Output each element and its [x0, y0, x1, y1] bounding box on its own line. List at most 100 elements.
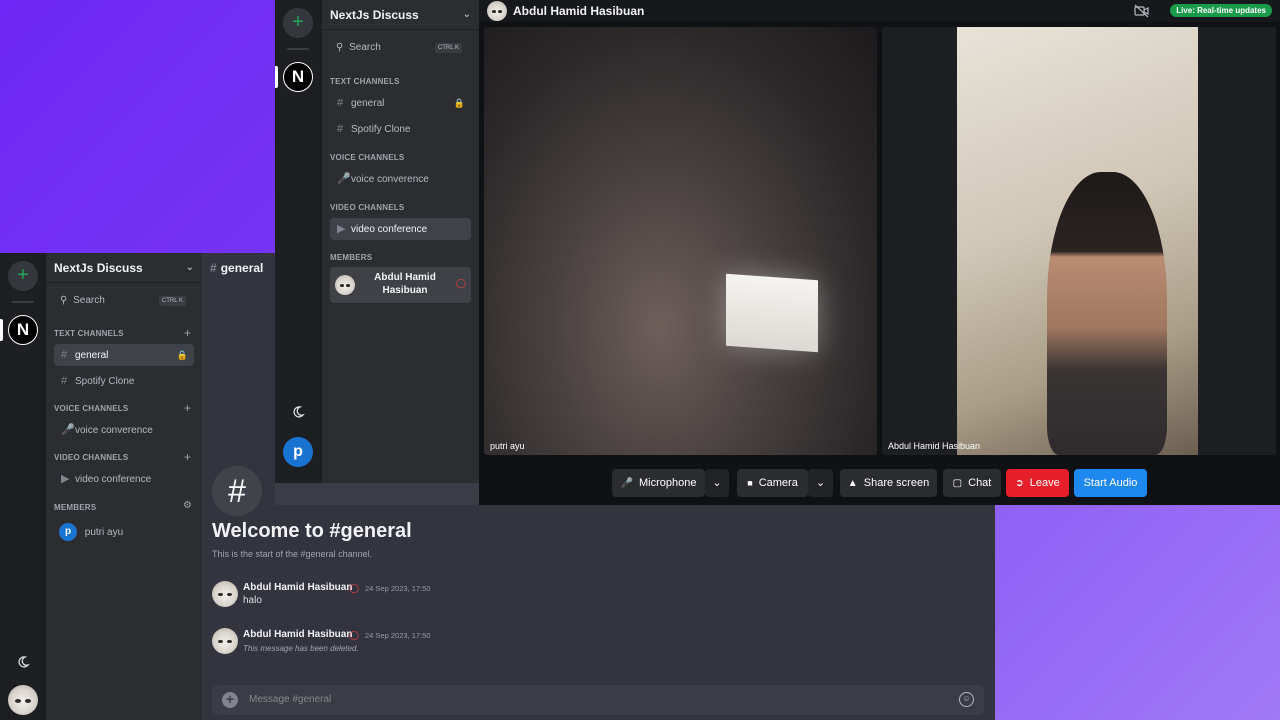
share-screen-button[interactable]: ▲ Share screen [840, 469, 937, 497]
hash-icon: # [337, 123, 344, 135]
search-button[interactable]: ⚲ Search CTRL K [54, 291, 192, 311]
mic-icon: 🎤 [620, 478, 633, 489]
channel-video[interactable]: ▶ video conference [54, 468, 194, 490]
channel-general-label: general [351, 98, 385, 109]
video-tile-abdul[interactable]: Abdul Hamid Hasibuan [882, 27, 1276, 455]
leave-button[interactable]: ➲ Leave [1006, 469, 1069, 497]
message-input[interactable]: Message #general [249, 685, 331, 715]
mic-icon: 🎤 [337, 173, 351, 185]
channel-voice-label: voice converence [75, 425, 153, 436]
channel-voice[interactable]: 🎤voice converence [54, 419, 194, 441]
camera-label: Camera [758, 477, 798, 489]
user-avatar[interactable] [8, 685, 38, 715]
search-shortcut: CTRL K [158, 296, 186, 306]
add-voice-channel-button[interactable]: + [184, 401, 191, 415]
mic-icon: 🎤 [61, 424, 75, 436]
camera-options-button[interactable]: ⌄ [808, 469, 833, 497]
leave-label: Leave [1029, 477, 1060, 489]
message-time: 24 Sep 2023, 17:50 [365, 584, 431, 593]
channel-general[interactable]: # general 🔒 [54, 344, 194, 366]
tile-name: Abdul Hamid Hasibuan [888, 441, 981, 451]
channel-video-label: video conference [351, 224, 428, 235]
video-stage: Abdul Hamid Hasibuan Live: Real-time upd… [479, 0, 1280, 505]
nextjs-server-icon[interactable]: N [283, 62, 313, 92]
members-title: MEMBERS [54, 503, 97, 512]
camera-off-icon[interactable] [1134, 3, 1150, 19]
video-icon: ▶ [337, 223, 346, 235]
channel-sidebar: NextJs Discuss ⌄ ⚲ Search CTRL K TEXT CH… [46, 253, 202, 720]
microphone-button[interactable]: 🎤 Microphone [612, 469, 705, 497]
video-call-window: + N p NextJs Discuss ⌄ ⚲ Search CTRL K T… [275, 0, 1280, 505]
search-button[interactable]: ⚲ Search CTRL K [330, 38, 468, 58]
server-header[interactable]: NextJs Discuss ⌄ [322, 0, 479, 30]
channel-video[interactable]: ▶ video conference [330, 218, 471, 240]
chat-button[interactable]: ▢ Chat [943, 469, 1001, 497]
message-author[interactable]: Abdul Hamid Hasibuan [243, 582, 352, 593]
video-icon: ▶ [61, 473, 70, 485]
video-channels-title: VIDEO CHANNELS [54, 453, 129, 462]
channel-sidebar: NextJs Discuss ⌄ ⚲ Search CTRL K TEXT CH… [322, 0, 479, 483]
hash-icon: # [210, 261, 217, 275]
active-server-indicator [0, 319, 3, 341]
microphone-label: Microphone [639, 477, 697, 489]
channel-voice[interactable]: 🎤voice converence [330, 168, 471, 190]
hash-icon: # [61, 349, 68, 361]
message-avatar[interactable] [212, 628, 238, 654]
message-time: 24 Sep 2023, 17:50 [365, 631, 431, 640]
share-screen-label: Share screen [863, 477, 930, 489]
attach-plus-icon[interactable]: + [222, 692, 238, 708]
call-user-name: Abdul Hamid Hasibuan [513, 4, 645, 18]
text-channels-title: TEXT CHANNELS [330, 77, 400, 86]
message-author[interactable]: Abdul Hamid Hasibuan [243, 629, 352, 640]
camera-button[interactable]: ■ Camera [737, 469, 808, 497]
lock-icon: 🔒 [176, 350, 188, 360]
channel-spotify-label: Spotify Clone [351, 124, 411, 135]
channel-hash-icon: # [212, 466, 262, 516]
welcome-title: Welcome to #general [212, 520, 412, 542]
add-text-channel-button[interactable]: + [184, 326, 191, 340]
chat-label: Chat [968, 477, 992, 489]
message-composer: + Message #general ☺ [212, 685, 984, 715]
moon-icon[interactable] [291, 405, 305, 419]
server-header[interactable]: NextJs Discuss ⌄ [46, 253, 202, 283]
channel-header-title: general [220, 261, 264, 275]
leave-icon: ➲ [1015, 478, 1024, 489]
emoji-icon[interactable]: ☺ [959, 692, 974, 707]
member-avatar: p [59, 523, 77, 542]
user-avatar[interactable]: p [283, 437, 313, 467]
member-abdul[interactable]: Abdul Hamid Hasibuan ◯ [330, 267, 471, 303]
search-label: Search [73, 295, 105, 306]
add-server-button[interactable]: + [8, 261, 38, 291]
channel-spotify-clone[interactable]: # Spotify Clone [330, 118, 471, 140]
shield-icon: ◯ [455, 278, 466, 288]
call-user-avatar [487, 1, 507, 21]
message-text: halo [243, 595, 262, 606]
channel-spotify-clone[interactable]: # Spotify Clone [54, 370, 194, 392]
members-title: MEMBERS [330, 253, 373, 262]
shield-icon: ◯ [349, 630, 360, 640]
channel-spotify-label: Spotify Clone [75, 376, 135, 387]
channel-general[interactable]: # general 🔒 [330, 92, 471, 114]
video-tile-putri-ayu[interactable]: putri ayu [484, 27, 877, 455]
tile-name: putri ayu [490, 441, 525, 451]
hash-icon: # [61, 375, 68, 387]
add-server-button[interactable]: + [283, 8, 313, 38]
voice-channels-title: VOICE CHANNELS [54, 404, 129, 413]
search-icon: ⚲ [336, 42, 344, 53]
message-avatar[interactable] [212, 581, 238, 607]
add-video-channel-button[interactable]: + [184, 450, 191, 464]
member-putri-ayu[interactable]: p putri ayu [54, 522, 194, 544]
member-name: putri ayu [84, 527, 124, 538]
start-audio-button[interactable]: Start Audio [1074, 469, 1147, 497]
nextjs-server-icon[interactable]: N [8, 315, 38, 345]
rail-divider [12, 301, 34, 303]
moon-icon[interactable] [16, 655, 30, 669]
window-light [726, 273, 818, 353]
server-name: NextJs Discuss [54, 261, 143, 275]
call-header: Abdul Hamid Hasibuan Live: Real-time upd… [479, 0, 1280, 22]
microphone-options-button[interactable]: ⌄ [705, 469, 729, 497]
voice-channels-title: VOICE CHANNELS [330, 153, 405, 162]
server-rail: + N [0, 253, 46, 720]
gear-icon[interactable]: ⚙ [183, 500, 192, 511]
channel-general-label: general [75, 350, 109, 361]
